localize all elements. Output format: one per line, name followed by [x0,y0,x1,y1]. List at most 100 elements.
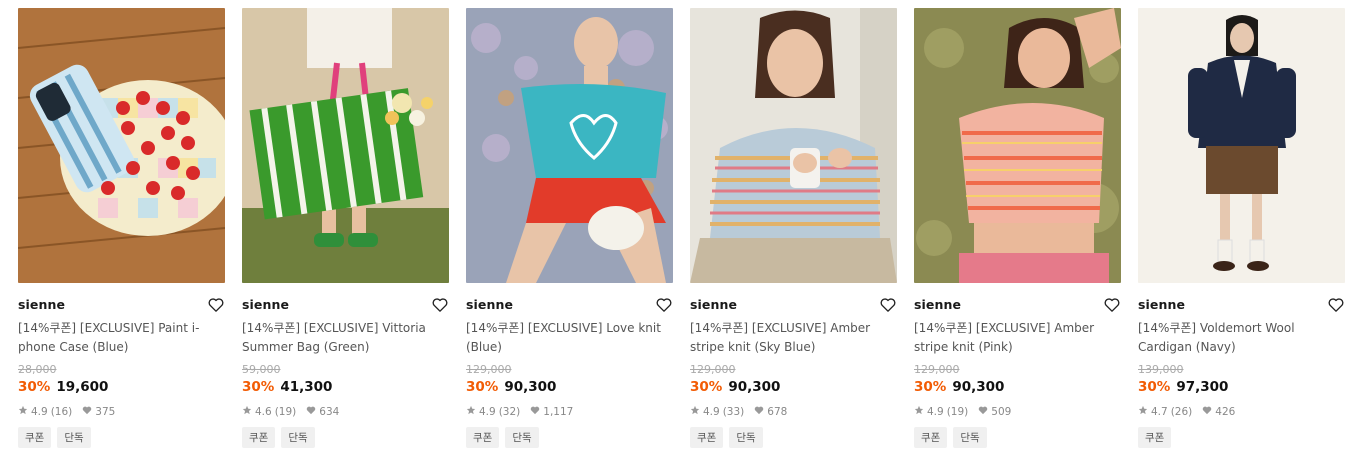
like-count: 678 [767,405,788,418]
product-card[interactable]: sienne [14%쿠폰] [EXCLUSIVE] Amber stripe … [690,8,897,448]
discount-rate: 30% [914,379,947,395]
sale-price: 90,300 [728,379,781,395]
heart-filled-icon [82,405,92,418]
heart-filled-icon [530,405,540,418]
tag-list: 쿠폰 단독 [18,427,225,448]
sale-price: 97,300 [1176,379,1229,395]
star-icon [690,405,700,418]
tag-list: 쿠폰 단독 [690,427,897,448]
discount-rate: 30% [1138,379,1171,395]
star-icon [914,405,924,418]
rating: 4.7 [1151,405,1168,418]
like-count: 1,117 [543,405,574,418]
sale-price: 41,300 [280,379,333,395]
star-icon [466,405,476,418]
star-icon [18,405,28,418]
product-meta: 4.9 (33) 678 [690,405,897,418]
brand-name[interactable]: sienne [466,297,513,312]
review-count: (19) [274,405,297,418]
product-title[interactable]: [14%쿠폰] [EXCLUSIVE] Amber stripe knit (P… [914,319,1121,357]
sale-price: 90,300 [952,379,1005,395]
rating: 4.9 [703,405,720,418]
product-title[interactable]: [14%쿠폰] [EXCLUSIVE] Amber stripe knit (S… [690,319,897,357]
rating: 4.9 [927,405,944,418]
tag-coupon: 쿠폰 [242,427,276,448]
review-count: (19) [946,405,969,418]
tag-list: 쿠폰 [1138,427,1345,448]
product-meta: 4.9 (19) 509 [914,405,1121,418]
price-row: 30% 90,300 [466,379,673,395]
sale-price: 90,300 [504,379,557,395]
product-meta: 4.9 (16) 375 [18,405,225,418]
original-price: 129,000 [914,363,960,376]
brand-name[interactable]: sienne [18,297,65,312]
tag-exclusive: 단독 [953,427,987,448]
original-price: 129,000 [690,363,736,376]
tag-coupon: 쿠폰 [1138,427,1172,448]
heart-icon[interactable] [655,295,673,313]
brand-name[interactable]: sienne [690,297,737,312]
original-price: 59,000 [242,363,281,376]
product-title[interactable]: [14%쿠폰] [EXCLUSIVE] Paint i-phone Case (… [18,319,225,357]
heart-icon[interactable] [1103,295,1121,313]
original-price: 139,000 [1138,363,1184,376]
price-row: 30% 90,300 [690,379,897,395]
review-count: (33) [722,405,745,418]
price-row: 30% 41,300 [242,379,449,395]
rating: 4.6 [255,405,272,418]
heart-icon[interactable] [1327,295,1345,313]
product-card[interactable]: sienne [14%쿠폰] [EXCLUSIVE] Paint i-phone… [18,8,225,448]
product-meta: 4.7 (26) 426 [1138,405,1345,418]
product-grid: sienne [14%쿠폰] [EXCLUSIVE] Paint i-phone… [0,0,1345,470]
brand-name[interactable]: sienne [1138,297,1185,312]
brand-name[interactable]: sienne [914,297,961,312]
product-card[interactable]: sienne [14%쿠폰] [EXCLUSIVE] Love knit (Bl… [466,8,673,448]
product-card[interactable]: sienne [14%쿠폰] [EXCLUSIVE] Vittoria Summ… [242,8,449,448]
heart-icon[interactable] [207,295,225,313]
tag-coupon: 쿠폰 [466,427,500,448]
like-count: 375 [95,405,116,418]
product-image[interactable] [242,8,449,283]
price-row: 30% 97,300 [1138,379,1345,395]
sale-price: 19,600 [56,379,109,395]
tag-coupon: 쿠폰 [914,427,948,448]
product-title[interactable]: [14%쿠폰] [EXCLUSIVE] Vittoria Summer Bag … [242,319,449,357]
star-icon [1138,405,1148,418]
product-title[interactable]: [14%쿠폰] Voldemort Wool Cardigan (Navy) [1138,319,1345,357]
product-image[interactable] [914,8,1121,283]
discount-rate: 30% [466,379,499,395]
review-count: (26) [1170,405,1193,418]
product-meta: 4.9 (32) 1,117 [466,405,673,418]
price-row: 30% 90,300 [914,379,1121,395]
heart-filled-icon [306,405,316,418]
product-image[interactable] [466,8,673,283]
product-card[interactable]: sienne [14%쿠폰] Voldemort Wool Cardigan (… [1138,8,1345,448]
discount-rate: 30% [690,379,723,395]
tag-list: 쿠폰 단독 [242,427,449,448]
heart-icon[interactable] [431,295,449,313]
like-count: 634 [319,405,340,418]
tag-exclusive: 단독 [729,427,763,448]
product-meta: 4.6 (19) 634 [242,405,449,418]
tag-coupon: 쿠폰 [18,427,52,448]
like-count: 509 [991,405,1012,418]
product-image[interactable] [18,8,225,283]
brand-name[interactable]: sienne [242,297,289,312]
heart-icon[interactable] [879,295,897,313]
product-image[interactable] [690,8,897,283]
star-icon [242,405,252,418]
review-count: (32) [498,405,521,418]
review-count: (16) [50,405,73,418]
rating: 4.9 [31,405,48,418]
product-image[interactable] [1138,8,1345,283]
discount-rate: 30% [18,379,51,395]
rating: 4.9 [479,405,496,418]
price-row: 30% 19,600 [18,379,225,395]
tag-exclusive: 단독 [505,427,539,448]
product-card[interactable]: sienne [14%쿠폰] [EXCLUSIVE] Amber stripe … [914,8,1121,448]
discount-rate: 30% [242,379,275,395]
product-title[interactable]: [14%쿠폰] [EXCLUSIVE] Love knit (Blue) [466,319,673,357]
like-count: 426 [1215,405,1236,418]
tag-exclusive: 단독 [281,427,315,448]
tag-list: 쿠폰 단독 [914,427,1121,448]
